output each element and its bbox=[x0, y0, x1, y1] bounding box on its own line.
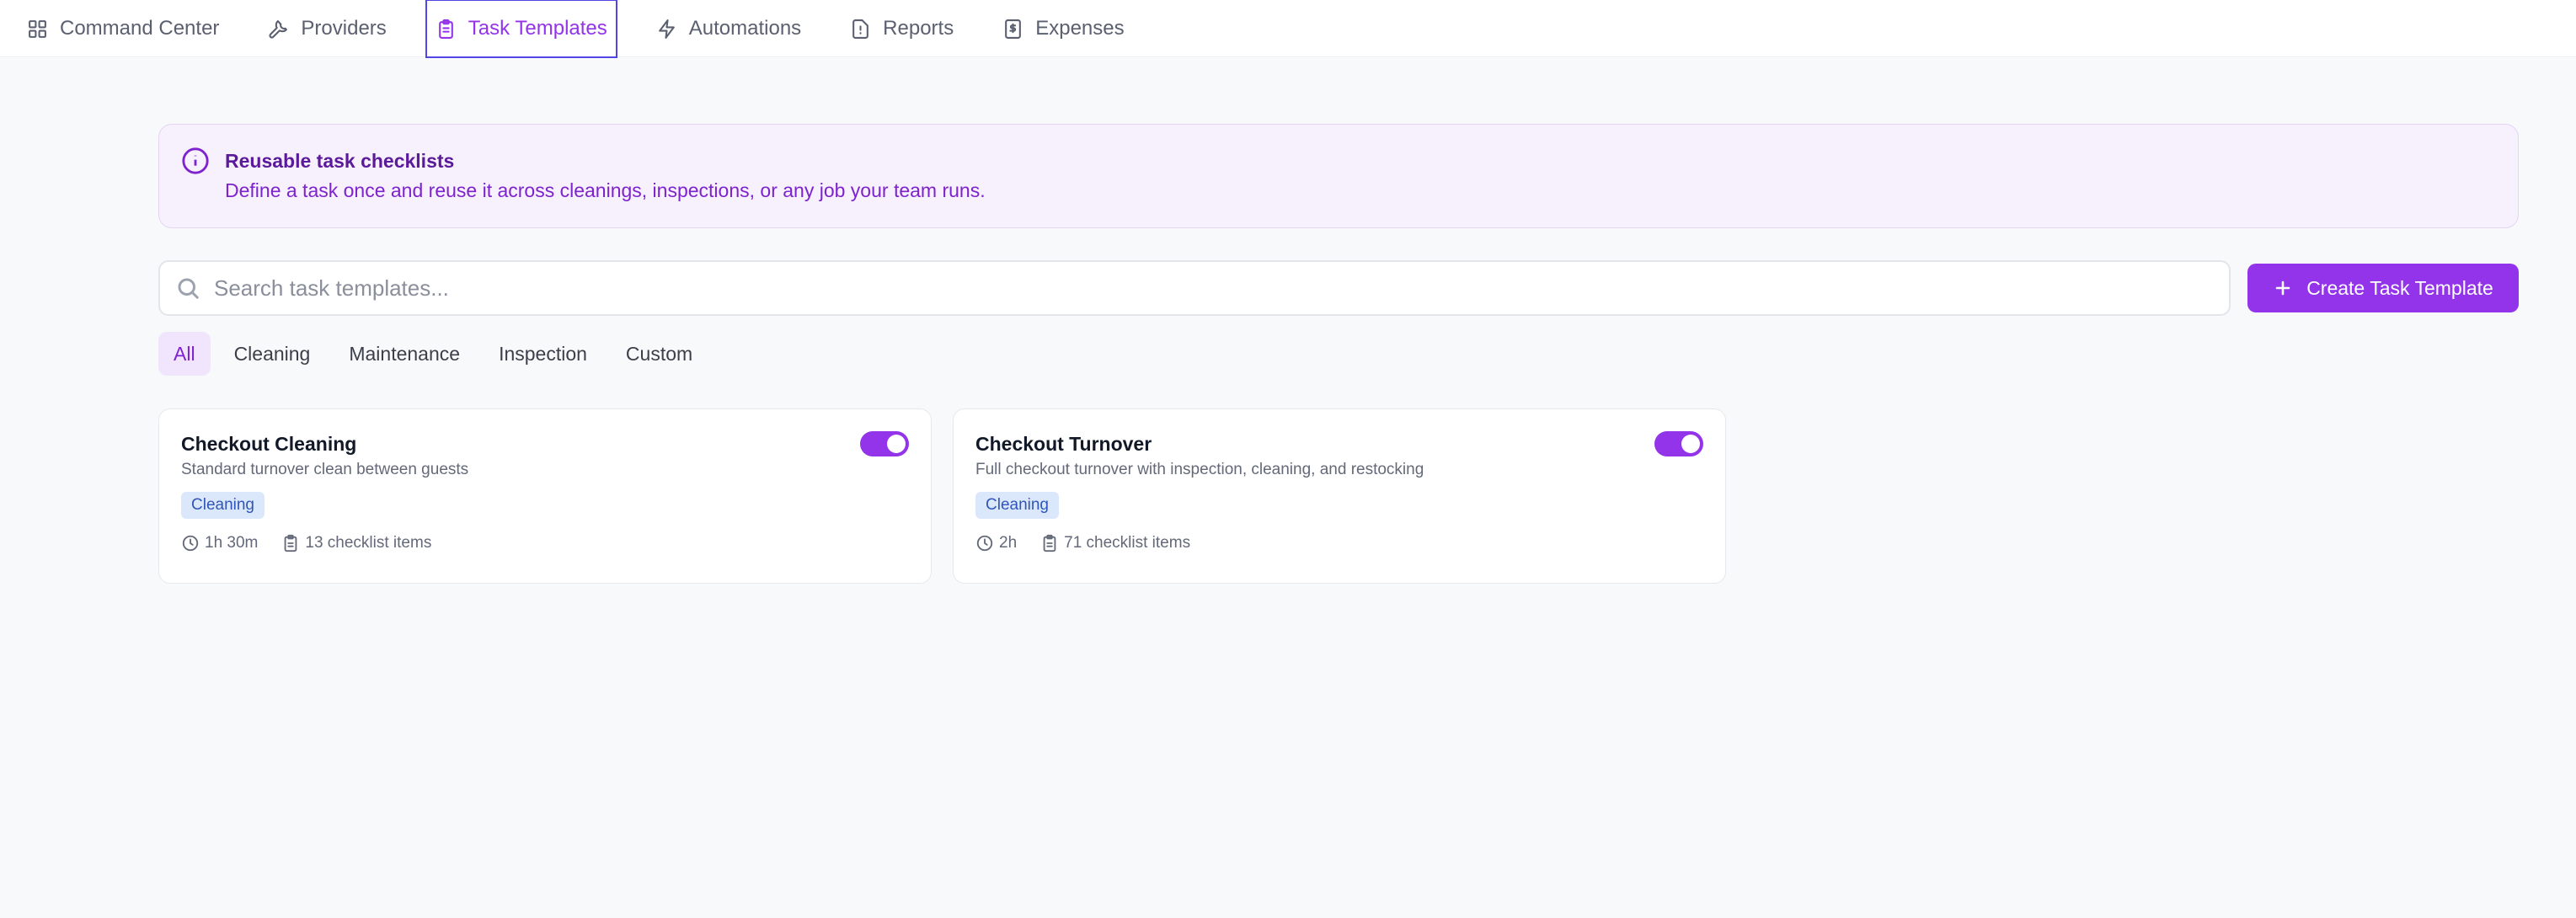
filter-all[interactable]: All bbox=[158, 332, 211, 376]
wrench-icon bbox=[269, 19, 288, 38]
checklist-count: 13 checklist items bbox=[281, 534, 431, 552]
tab-command-center[interactable]: Command Center bbox=[17, 0, 229, 57]
filter-cleaning[interactable]: Cleaning bbox=[219, 332, 326, 376]
clock-icon bbox=[976, 535, 993, 552]
duration: 2h bbox=[975, 534, 1017, 552]
enabled-toggle[interactable] bbox=[860, 431, 909, 456]
tab-label: Providers bbox=[301, 17, 387, 40]
category-filters: All Cleaning Maintenance Inspection Cust… bbox=[158, 332, 708, 376]
template-meta: 2h 71 checklist items bbox=[975, 534, 1703, 552]
duration-value: 1h 30m bbox=[205, 534, 259, 552]
top-nav: Command Center Providers Task Templates … bbox=[0, 0, 2576, 58]
clipboard-icon bbox=[285, 534, 297, 552]
checklist-count: 71 checklist items bbox=[1040, 534, 1190, 552]
receipt-icon bbox=[1005, 19, 1022, 39]
create-button-label: Create Task Template bbox=[2306, 276, 2493, 299]
category-badge: Cleaning bbox=[975, 492, 1059, 519]
banner-content: Reusable task checklists Define a task o… bbox=[225, 147, 986, 205]
toggle-knob bbox=[1681, 435, 1700, 453]
clock-icon bbox=[182, 535, 199, 552]
create-task-template-button[interactable]: Create Task Template bbox=[2247, 264, 2519, 312]
tab-label: Expenses bbox=[1035, 17, 1125, 40]
search-input[interactable] bbox=[214, 275, 2229, 302]
template-title: Checkout Cleaning bbox=[181, 433, 357, 455]
lightning-icon bbox=[658, 19, 675, 39]
template-description: Full checkout turnover with inspection, … bbox=[975, 461, 1424, 478]
tab-label: Reports bbox=[883, 17, 954, 40]
checklist-count-value: 71 checklist items bbox=[1064, 534, 1191, 552]
tab-reports[interactable]: Reports bbox=[840, 0, 964, 57]
tab-label: Command Center bbox=[60, 17, 220, 40]
clipboard-icon bbox=[438, 19, 453, 39]
tab-label: Automations bbox=[688, 17, 802, 40]
tab-expenses[interactable]: Expenses bbox=[992, 0, 1134, 57]
search-icon bbox=[178, 278, 199, 299]
template-card[interactable]: Checkout Turnover Full checkout turnover… bbox=[953, 408, 1726, 584]
info-icon bbox=[181, 147, 210, 175]
toggle-knob bbox=[887, 435, 906, 453]
template-card[interactable]: Checkout Cleaning Standard turnover clea… bbox=[158, 408, 932, 584]
template-title: Checkout Turnover bbox=[975, 433, 1152, 455]
tab-label: Task Templates bbox=[468, 17, 607, 40]
duration-value: 2h bbox=[999, 534, 1018, 552]
banner-title: Reusable task checklists bbox=[225, 150, 455, 172]
filter-custom[interactable]: Custom bbox=[611, 332, 708, 376]
search-box bbox=[158, 260, 2231, 316]
template-meta: 1h 30m 13 checklist items bbox=[181, 534, 909, 552]
tab-automations[interactable]: Automations bbox=[646, 0, 811, 57]
grid-icon bbox=[29, 19, 46, 38]
category-badge: Cleaning bbox=[181, 492, 265, 519]
tab-providers[interactable]: Providers bbox=[258, 0, 396, 57]
template-description: Standard turnover clean between guests bbox=[181, 461, 469, 478]
checklist-count-value: 13 checklist items bbox=[305, 534, 432, 552]
filter-maintenance[interactable]: Maintenance bbox=[334, 332, 475, 376]
enabled-toggle[interactable] bbox=[1654, 431, 1703, 456]
filter-inspection[interactable]: Inspection bbox=[484, 332, 602, 376]
tab-task-templates[interactable]: Task Templates bbox=[425, 0, 617, 58]
clipboard-icon bbox=[1043, 534, 1056, 552]
duration: 1h 30m bbox=[181, 534, 258, 552]
banner-text: Define a task once and reuse it across c… bbox=[225, 179, 986, 201]
report-icon bbox=[852, 19, 869, 39]
plus-icon bbox=[2275, 280, 2290, 296]
info-banner: Reusable task checklists Define a task o… bbox=[158, 124, 2519, 228]
